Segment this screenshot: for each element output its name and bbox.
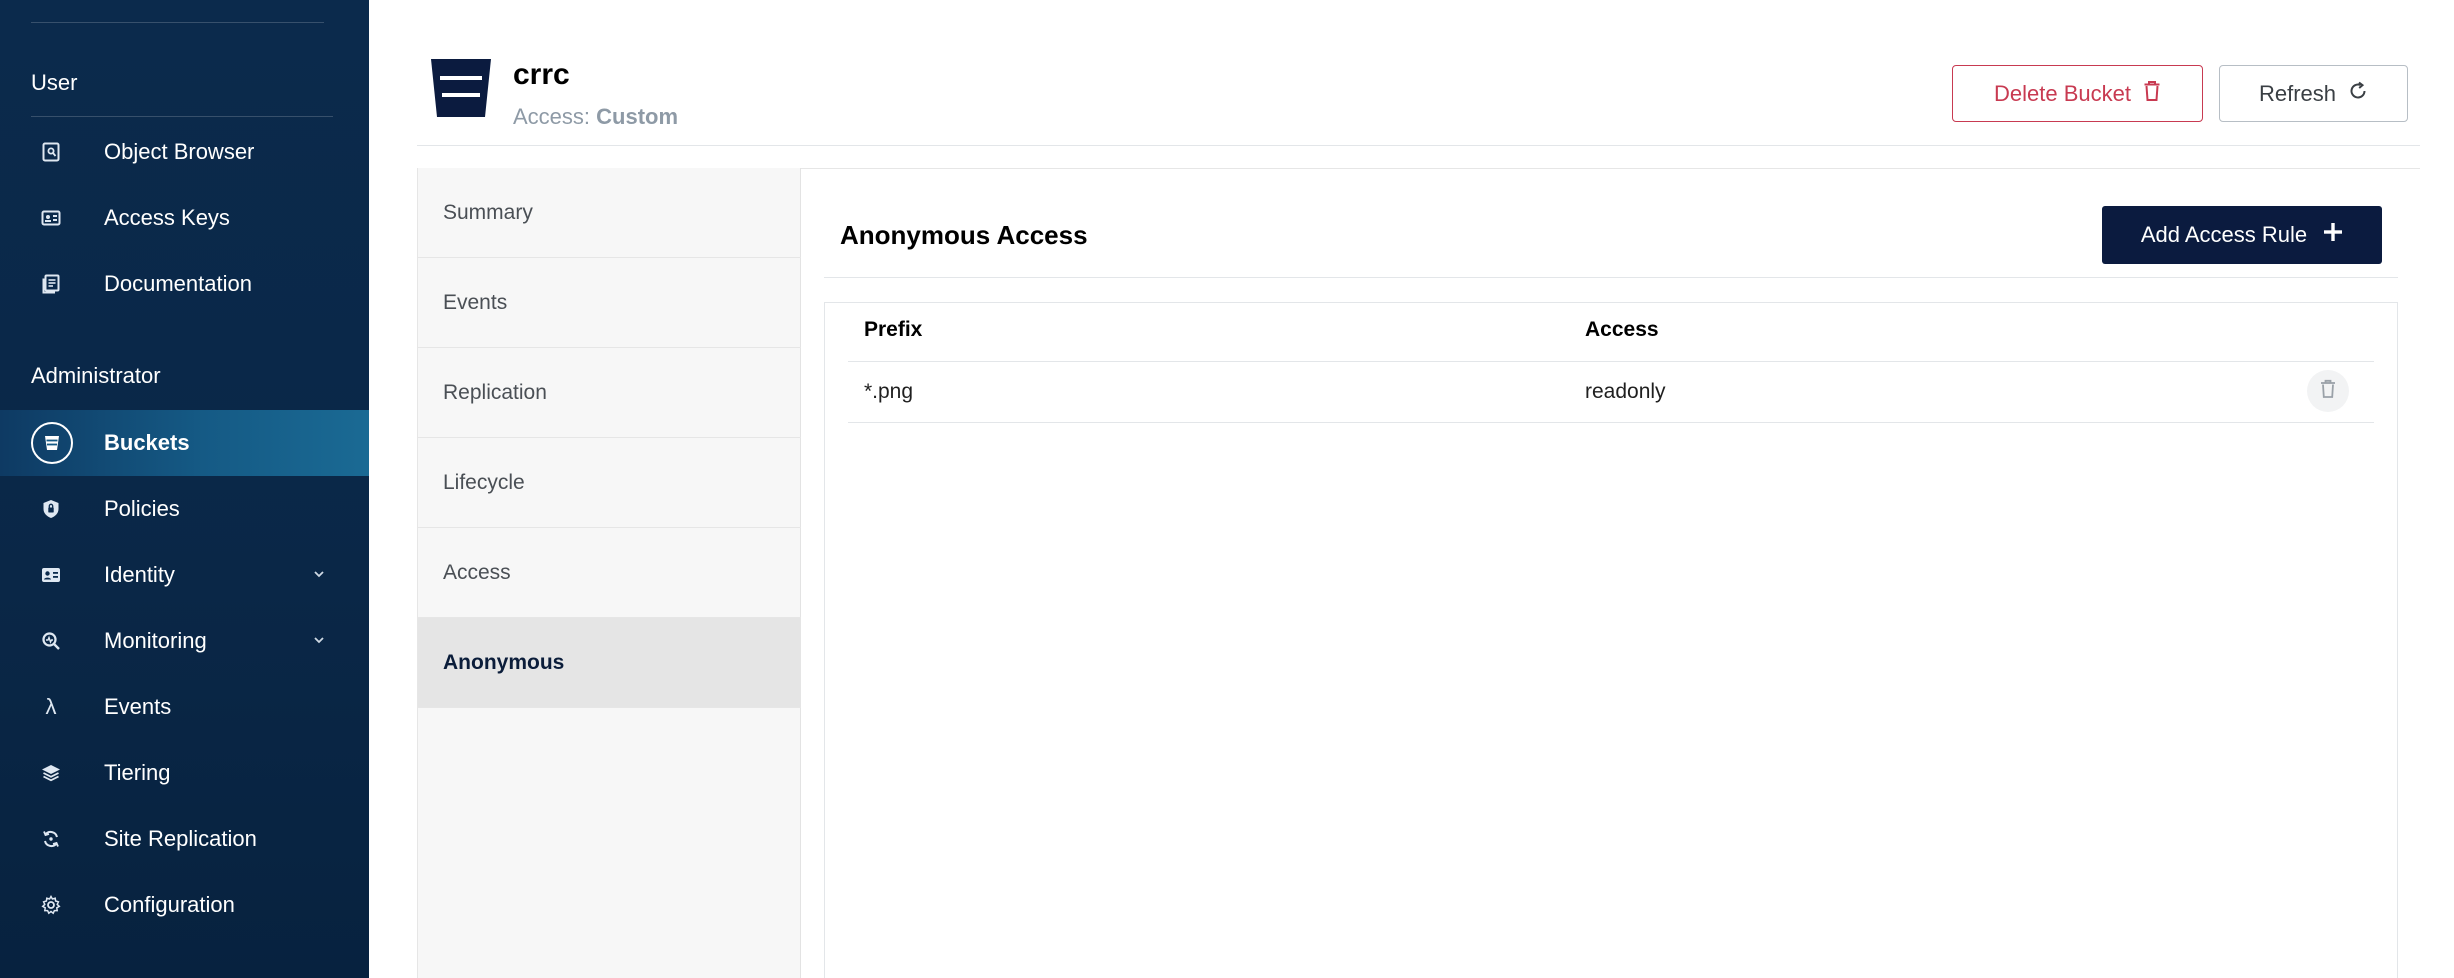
- sidebar-section-administrator: Administrator: [31, 363, 161, 388]
- table-header-divider: [848, 361, 2374, 362]
- sidebar-item-label: Monitoring: [104, 628, 207, 653]
- sidebar-item-tiering[interactable]: Tiering: [0, 740, 369, 806]
- refresh-label: Refresh: [2258, 80, 2337, 106]
- tab-label: Access: [443, 560, 511, 584]
- monitoring-icon: [31, 621, 71, 661]
- table-row-divider: [848, 422, 2374, 423]
- sidebar-item-label: Configuration: [104, 892, 235, 917]
- tab-access[interactable]: Access: [418, 528, 801, 618]
- sidebar-item-label: Buckets: [104, 430, 190, 455]
- tab-label: Summary: [443, 200, 533, 224]
- tab-replication[interactable]: Replication: [418, 348, 801, 438]
- sidebar-item-policies[interactable]: Policies: [0, 476, 369, 542]
- documentation-icon: [31, 264, 71, 304]
- refresh-icon: [2348, 81, 2368, 107]
- sidebar-item-events[interactable]: λ Events: [0, 674, 369, 740]
- bucket-access-policy: Access: Custom: [513, 104, 678, 130]
- plus-icon: [2323, 222, 2343, 248]
- access-label: Access:: [513, 104, 591, 129]
- delete-bucket-button[interactable]: Delete Bucket: [1952, 65, 2203, 122]
- site-replication-icon: [31, 819, 71, 859]
- sidebar-divider: [31, 22, 324, 23]
- tab-label: Lifecycle: [443, 470, 525, 494]
- bucket-name: crrc: [513, 58, 570, 91]
- access-keys-icon: [31, 198, 71, 238]
- sidebar-item-access-keys[interactable]: Access Keys: [0, 185, 369, 251]
- column-header-access[interactable]: Access: [1585, 318, 1659, 342]
- header-divider: [417, 145, 2420, 146]
- sidebar-item-label: Identity: [104, 562, 175, 587]
- sidebar-item-buckets[interactable]: Buckets: [0, 410, 369, 476]
- trash-icon: [2320, 379, 2336, 404]
- delete-rule-button[interactable]: [2307, 370, 2349, 412]
- bucket-header-icon: [429, 56, 493, 120]
- sidebar: User Object Browser Access Keys Document…: [0, 0, 369, 978]
- add-access-rule-button[interactable]: Add Access Rule: [2102, 206, 2382, 264]
- sidebar-item-label: Tiering: [104, 760, 171, 785]
- tiering-icon: [31, 753, 71, 793]
- lambda-icon: λ: [45, 694, 57, 719]
- sidebar-item-label: Site Replication: [104, 826, 257, 851]
- chevron-down-icon[interactable]: [312, 632, 326, 650]
- sidebar-item-label: Documentation: [104, 271, 252, 296]
- sidebar-item-label: Policies: [104, 496, 180, 521]
- delete-bucket-label: Delete Bucket: [1994, 80, 2131, 106]
- table-cell-access: readonly: [1585, 380, 1666, 403]
- sidebar-item-monitoring[interactable]: Monitoring: [0, 608, 369, 674]
- sidebar-item-label: Events: [104, 694, 172, 719]
- sidebar-item-site-replication[interactable]: Site Replication: [0, 806, 369, 872]
- sidebar-item-configuration[interactable]: Configuration: [0, 872, 369, 938]
- bucket-tabs: Summary Events Replication Lifecycle Acc…: [417, 168, 801, 978]
- panel-title: Anonymous Access: [840, 220, 1088, 250]
- sidebar-item-label: Access Keys: [104, 205, 230, 230]
- policies-icon: [31, 489, 71, 529]
- sidebar-item-documentation[interactable]: Documentation: [0, 251, 369, 317]
- tab-anonymous[interactable]: Anonymous: [418, 618, 801, 708]
- tab-label: Anonymous: [443, 650, 565, 674]
- tab-summary[interactable]: Summary: [418, 168, 801, 258]
- sidebar-section-user: User: [31, 70, 78, 95]
- bucket-icon: [31, 422, 73, 464]
- add-access-rule-label: Add Access Rule: [2140, 222, 2308, 247]
- tab-label: Events: [443, 290, 508, 314]
- chevron-down-icon[interactable]: [312, 566, 326, 584]
- column-header-prefix[interactable]: Prefix: [864, 318, 922, 342]
- sidebar-item-label: Object Browser: [104, 139, 255, 164]
- tab-label: Replication: [443, 380, 547, 404]
- refresh-button[interactable]: Refresh: [2219, 65, 2408, 122]
- table-cell-prefix: *.png: [864, 380, 914, 403]
- access-value: Custom: [596, 104, 679, 129]
- tab-events[interactable]: Events: [418, 258, 801, 348]
- trash-icon: [2143, 80, 2161, 108]
- gear-icon: [31, 885, 71, 925]
- sidebar-divider: [31, 116, 333, 117]
- object-browser-icon: [31, 132, 71, 172]
- identity-icon: [31, 555, 71, 595]
- sidebar-item-identity[interactable]: Identity: [0, 542, 369, 608]
- tab-lifecycle[interactable]: Lifecycle: [418, 438, 801, 528]
- sidebar-item-object-browser[interactable]: Object Browser: [0, 119, 369, 185]
- panel-divider: [824, 277, 2398, 278]
